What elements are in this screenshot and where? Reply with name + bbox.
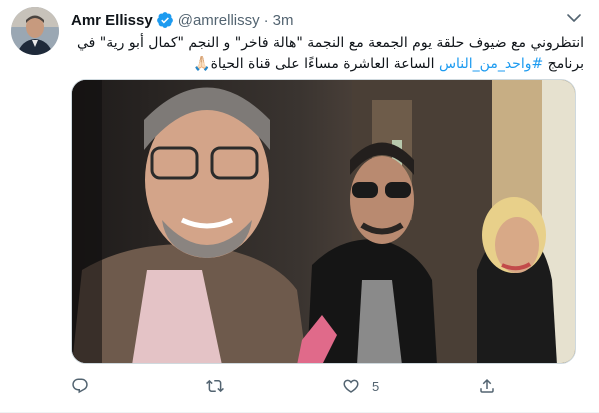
tweet-photo[interactable] <box>71 79 576 364</box>
photo-image <box>72 80 575 363</box>
retweet-button[interactable] <box>206 374 236 398</box>
like-button[interactable]: 5 <box>342 374 379 398</box>
tweet-card[interactable]: Amr Ellissy @amrellissy · 3m انتظروني مع… <box>0 0 599 413</box>
tweet-timestamp[interactable]: 3m <box>273 12 294 29</box>
tweet-text: انتظروني مع ضيوف حلقة يوم الجمعة مع النج… <box>71 33 584 75</box>
heart-icon <box>343 379 359 393</box>
avatar-image <box>11 7 59 55</box>
chevron-down-icon <box>567 14 581 22</box>
share-icon <box>480 378 494 393</box>
reply-icon <box>72 378 88 394</box>
retweet-icon <box>206 379 224 393</box>
tweet-header: Amr Ellissy @amrellissy · 3m <box>71 10 293 30</box>
author-handle[interactable]: @amrellissy <box>178 12 260 29</box>
tweet-actions: 5 <box>71 374 501 398</box>
author-avatar[interactable] <box>11 7 59 55</box>
share-button[interactable] <box>478 374 496 398</box>
verified-badge-icon <box>156 12 173 28</box>
tweet-text-part: الساعة العاشرة مساءًا على قناة الحياة🙏🏻 <box>193 56 439 72</box>
more-options-button[interactable] <box>565 12 583 24</box>
author-display-name[interactable]: Amr Ellissy <box>71 12 153 29</box>
hashtag-link[interactable]: #واحد_من_الناس <box>439 56 543 72</box>
like-count: 5 <box>372 378 380 394</box>
reply-button[interactable] <box>71 374 101 398</box>
separator-dot: · <box>263 11 269 29</box>
